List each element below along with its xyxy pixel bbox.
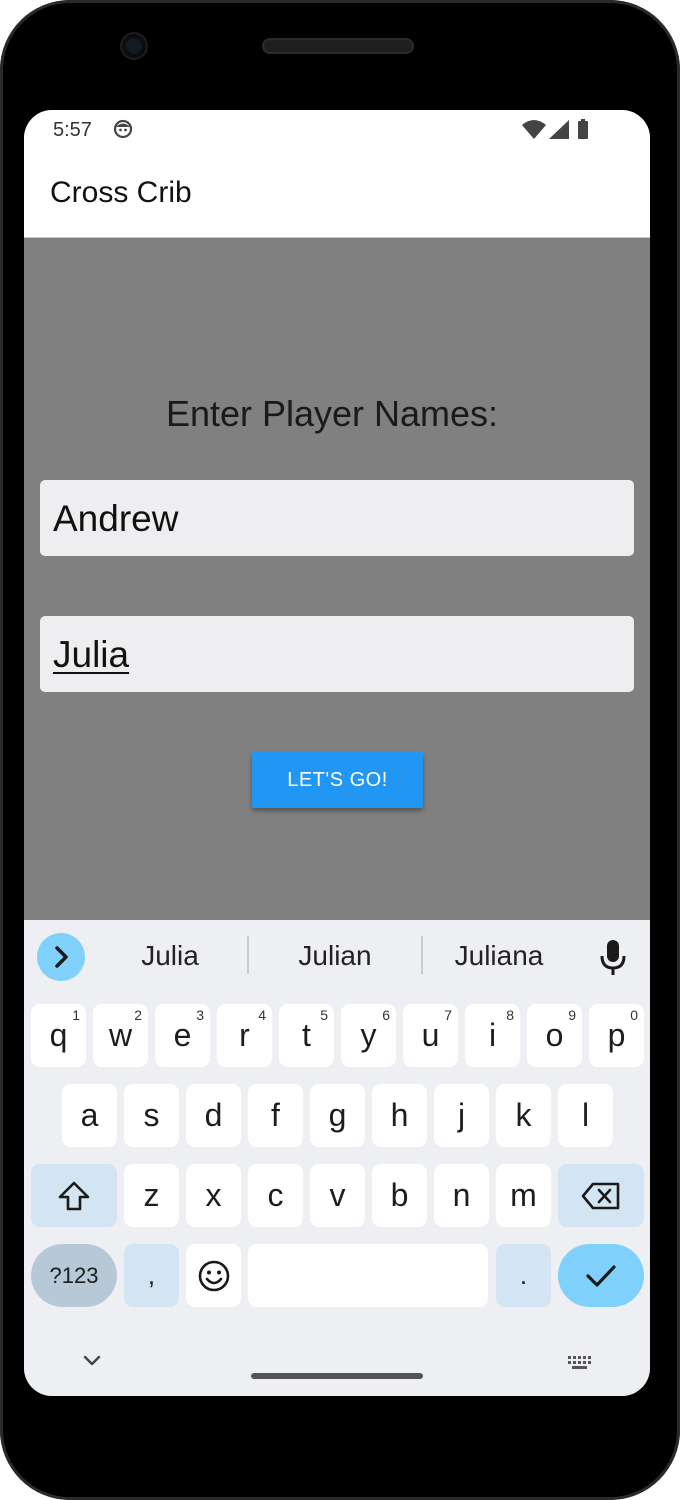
key-b[interactable]: b [372, 1164, 427, 1227]
battery-icon [578, 121, 588, 139]
key-f[interactable]: f [248, 1084, 303, 1147]
microphone-icon[interactable] [598, 938, 628, 978]
player-names-prompt: Enter Player Names: [165, 393, 499, 434]
face-icon [113, 119, 133, 139]
key-j[interactable]: j [434, 1084, 489, 1147]
suggestion-2[interactable]: Julian [260, 940, 410, 972]
symbols-key[interactable]: ?123 [31, 1244, 117, 1307]
status-bar: 5:57 [24, 110, 650, 150]
wifi-icon [522, 120, 546, 139]
key-c[interactable]: c [248, 1164, 303, 1227]
key-l[interactable]: l [558, 1084, 613, 1147]
key-w[interactable]: w2 [93, 1004, 148, 1067]
keyboard-switch-icon[interactable] [567, 1354, 595, 1372]
emoji-icon [198, 1260, 229, 1291]
chevron-right-icon [55, 946, 68, 968]
key-v[interactable]: v [310, 1164, 365, 1227]
expand-toolbar-button[interactable] [37, 933, 85, 981]
suggestion-3[interactable]: Juliana [424, 940, 574, 972]
key-n[interactable]: n [434, 1164, 489, 1227]
key-s[interactable]: s [124, 1084, 179, 1147]
key-e[interactable]: e3 [155, 1004, 210, 1067]
key-k[interactable]: k [496, 1084, 551, 1147]
shift-key[interactable] [31, 1164, 117, 1227]
player1-name-field[interactable]: Andrew [40, 480, 634, 556]
backspace-icon [581, 1182, 620, 1209]
status-icons [522, 119, 588, 139]
screen: 5:57 Cross Crib Enter Player Names: Andr… [24, 110, 650, 1396]
key-y[interactable]: y6 [341, 1004, 396, 1067]
key-z[interactable]: z [124, 1164, 179, 1227]
earpiece-speaker [262, 38, 414, 54]
suggestion-1[interactable]: Julia [95, 940, 245, 972]
soft-keyboard: Julia Julian Juliana q1 w2 e3 r4 t5 y6 u… [24, 920, 650, 1396]
checkmark-icon [586, 1264, 616, 1287]
period-key[interactable]: . [496, 1244, 551, 1307]
key-t[interactable]: t5 [279, 1004, 334, 1067]
key-o[interactable]: o9 [527, 1004, 582, 1067]
player1-name-value: Andrew [53, 498, 179, 539]
emoji-key[interactable] [186, 1244, 241, 1307]
key-h[interactable]: h [372, 1084, 427, 1147]
app-title: Cross Crib [50, 176, 192, 209]
key-a[interactable]: a [62, 1084, 117, 1147]
enter-key[interactable] [558, 1244, 644, 1307]
key-q[interactable]: q1 [31, 1004, 86, 1067]
chevron-down-icon[interactable] [82, 1353, 102, 1367]
backspace-key[interactable] [558, 1164, 644, 1227]
suggestion-divider [247, 936, 249, 974]
shift-icon [58, 1181, 90, 1210]
phone-frame: 5:57 Cross Crib Enter Player Names: Andr… [0, 0, 680, 1500]
status-time: 5:57 [53, 119, 92, 141]
player2-name-value: Julia [53, 634, 130, 675]
gesture-nav-handle[interactable] [251, 1373, 423, 1379]
key-u[interactable]: u7 [403, 1004, 458, 1067]
comma-key[interactable]: , [124, 1244, 179, 1307]
space-key[interactable] [248, 1244, 488, 1307]
app-bar: Cross Crib [24, 150, 650, 238]
suggestion-bar: Julia Julian Juliana [24, 920, 650, 990]
signal-icon [549, 120, 569, 139]
key-m[interactable]: m [496, 1164, 551, 1227]
suggestion-divider [421, 936, 423, 974]
key-i[interactable]: i8 [465, 1004, 520, 1067]
front-camera [122, 34, 146, 58]
lets-go-button[interactable]: LET'S GO! [252, 752, 423, 808]
key-x[interactable]: x [186, 1164, 241, 1227]
key-d[interactable]: d [186, 1084, 241, 1147]
key-g[interactable]: g [310, 1084, 365, 1147]
key-r[interactable]: r4 [217, 1004, 272, 1067]
key-p[interactable]: p0 [589, 1004, 644, 1067]
player2-name-field[interactable]: Julia [40, 616, 634, 692]
